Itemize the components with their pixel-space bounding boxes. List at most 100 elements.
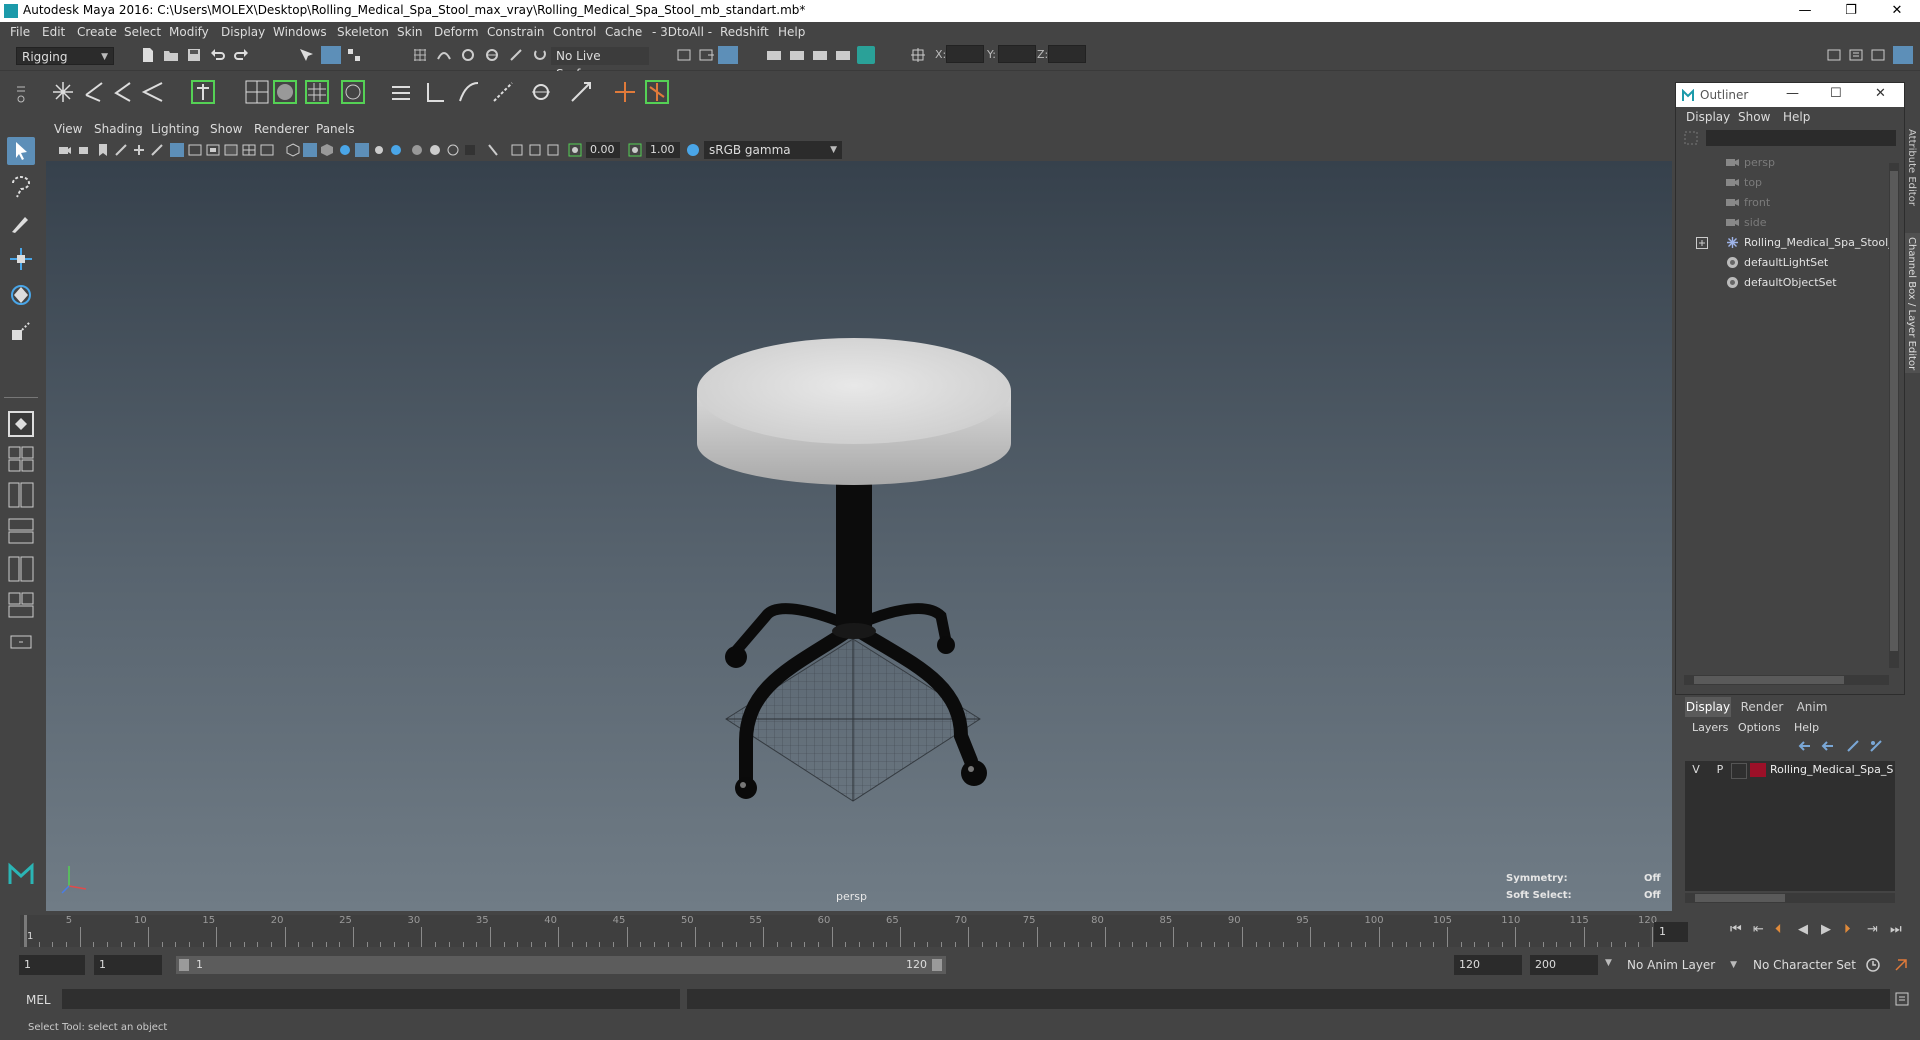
character-set-dropdown[interactable]: No Character Set [1748, 955, 1863, 975]
layer-row[interactable]: V P Rolling_Medical_Spa_S [1685, 761, 1895, 779]
paint-select-tool-icon[interactable] [7, 209, 35, 237]
play-forwards-icon[interactable]: ▶ [1821, 922, 1831, 937]
auto-key-icon[interactable] [1865, 957, 1881, 973]
field-chart-icon[interactable] [242, 143, 256, 157]
select-object-mode-icon[interactable] [321, 46, 341, 64]
render-view-icon[interactable] [835, 47, 851, 63]
go-to-end-icon[interactable]: ⏭ [1890, 922, 1902, 937]
cluster-icon[interactable] [244, 79, 270, 105]
current-frame-field[interactable]: 1 [1654, 922, 1688, 942]
outliner-item-front[interactable]: front [1676, 193, 1886, 213]
menu-edit[interactable]: Edit [42, 25, 65, 39]
ik-spline-icon[interactable] [110, 79, 136, 105]
menu-windows[interactable]: Windows [273, 25, 327, 39]
animation-start-field[interactable]: 1 [19, 955, 85, 975]
maximize-button[interactable]: ❐ [1828, 0, 1874, 22]
color-management-icon[interactable] [686, 143, 700, 157]
wireframe-icon[interactable] [286, 143, 300, 157]
view-transform-dropdown[interactable]: sRGB gamma ▼ [704, 141, 842, 159]
go-to-start-icon[interactable]: ⏮ [1730, 922, 1742, 937]
step-forward-key-icon[interactable]: ⇥ [1867, 922, 1878, 937]
live-surface-field[interactable]: No Live Surface [551, 47, 649, 81]
textured-icon[interactable] [338, 143, 352, 157]
outliner-close-button[interactable]: ✕ [1875, 86, 1886, 101]
redo-icon[interactable] [233, 47, 249, 63]
expand-icon[interactable] [1696, 237, 1708, 249]
wireframe-on-shaded-icon[interactable] [320, 143, 334, 157]
isolate-select-icon[interactable] [463, 143, 477, 157]
step-back-frame-icon[interactable]: ⏴ [1775, 922, 1782, 937]
range-end-handle[interactable] [932, 959, 942, 971]
grid-toggle-icon[interactable] [170, 143, 184, 157]
x-field[interactable] [946, 45, 984, 63]
hypershade-layout-icon[interactable] [7, 555, 35, 583]
z-field[interactable] [1048, 45, 1086, 63]
select-camera-icon[interactable] [58, 143, 72, 157]
viewport-menu-panels[interactable]: Panels [316, 122, 355, 136]
undo-icon[interactable] [210, 47, 226, 63]
menu-help[interactable]: Help [778, 25, 805, 39]
outliner-item-top[interactable]: top [1676, 173, 1886, 193]
attribute-editor-toggle-icon[interactable] [1848, 47, 1864, 63]
mirror-joint-icon[interactable] [140, 79, 166, 105]
bookmark-icon[interactable] [96, 143, 110, 157]
select-component-mode-icon[interactable] [346, 47, 362, 63]
film-gate-icon[interactable] [188, 143, 202, 157]
viewport-menu-show[interactable]: Show [210, 122, 242, 136]
outliner-menu-help[interactable]: Help [1783, 110, 1810, 124]
render-frame-icon[interactable] [789, 47, 805, 63]
two-d-pan-zoom-icon[interactable] [132, 143, 146, 157]
outliner-layout-icon[interactable] [7, 591, 35, 619]
open-scene-icon[interactable] [163, 47, 179, 63]
rotate-tool-icon[interactable] [7, 281, 35, 309]
snap-curve-icon[interactable] [436, 47, 452, 63]
ipr-render-icon[interactable] [812, 47, 828, 63]
constraint-icon[interactable] [528, 79, 554, 105]
layer-playback-toggle[interactable]: P [1713, 763, 1727, 776]
outliner-search-input[interactable] [1706, 130, 1896, 146]
menu-skeleton[interactable]: Skeleton [337, 25, 389, 39]
locator-icon[interactable] [190, 79, 216, 105]
smooth-shade-icon[interactable] [303, 143, 317, 157]
anim-layer-dropdown[interactable]: No Anim Layer ▼ [1622, 955, 1742, 975]
gamma-toggle-icon[interactable] [628, 143, 642, 157]
bind-skin-icon[interactable] [388, 79, 414, 105]
create-joint-icon[interactable] [50, 79, 76, 105]
outliner-horizontal-scrollbar[interactable] [1684, 675, 1889, 685]
screen-space-ao-icon[interactable] [389, 143, 403, 157]
snap-surface-icon[interactable] [532, 47, 548, 63]
y-field[interactable] [998, 45, 1036, 63]
outliner-item-persp[interactable]: persp [1676, 153, 1886, 173]
image-plane-icon[interactable] [114, 143, 128, 157]
move-layer-up-icon[interactable] [1798, 739, 1812, 753]
custom-layout-icon[interactable] [7, 628, 35, 656]
close-button[interactable]: ✕ [1874, 0, 1920, 22]
parent-constraint-icon[interactable] [644, 79, 670, 105]
xray-joints-icon[interactable] [510, 143, 524, 157]
move-layer-down-icon[interactable] [1821, 739, 1835, 753]
outliner-minimize-button[interactable]: — [1786, 86, 1799, 101]
motion-blur-icon[interactable] [410, 143, 424, 157]
minimize-button[interactable]: — [1782, 0, 1828, 22]
lattice-icon[interactable] [304, 79, 330, 105]
select-hierarchy-icon[interactable] [298, 47, 314, 63]
layer-menu-help[interactable]: Help [1794, 721, 1819, 734]
camera-attributes-icon[interactable] [78, 143, 92, 157]
animation-end-field[interactable]: 200 [1530, 955, 1598, 975]
outliner-vertical-scrollbar[interactable] [1889, 163, 1899, 668]
exposure-toggle-icon[interactable] [568, 143, 582, 157]
playback-start-field[interactable]: 1 [94, 955, 162, 975]
use-all-lights-icon[interactable] [355, 143, 369, 157]
range-slider[interactable]: 1 120 [176, 956, 946, 974]
outliner-maximize-button[interactable]: ☐ [1830, 86, 1842, 101]
lasso-tool-icon[interactable] [7, 173, 35, 201]
modeling-toolkit-icon[interactable] [1826, 47, 1842, 63]
tab-anim[interactable]: Anim [1792, 697, 1832, 717]
time-slider[interactable]: 1 5 10 15 20 25 30 35 40 45 50 55 60 65 70 75 80 85 90 95 10… [20, 915, 1657, 947]
viewport-menu-shading[interactable]: Shading [94, 122, 143, 136]
chevron-down-icon[interactable]: ▼ [1605, 958, 1612, 968]
multisample-aa-icon[interactable] [428, 143, 442, 157]
new-scene-icon[interactable] [140, 47, 156, 63]
outliner-filter-icon[interactable] [1684, 131, 1698, 145]
play-backwards-icon[interactable]: ◀ [1798, 922, 1808, 937]
